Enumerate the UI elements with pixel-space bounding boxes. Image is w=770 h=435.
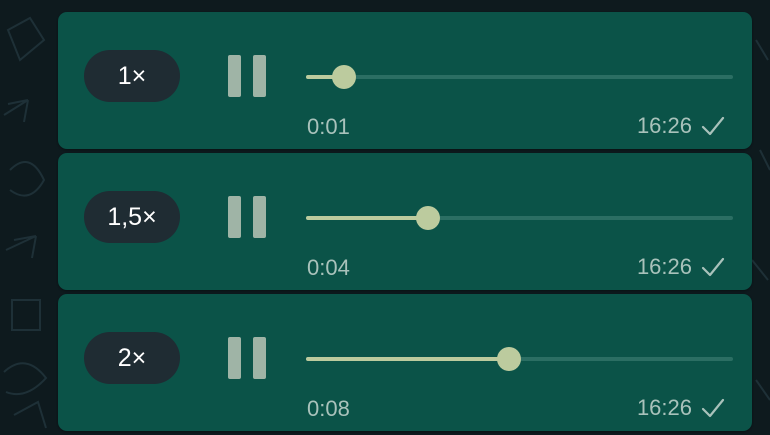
voice-message-bubble: 1,5× 0:04 16:26 (58, 153, 752, 290)
pause-icon[interactable] (228, 335, 272, 381)
elapsed-time: 0:01 (307, 114, 350, 139)
voice-message-list: 1× 0:01 16:26 1,5× 0:04 16:26 2× 0:08 16… (58, 12, 752, 431)
playback-speed-button[interactable]: 1× (84, 50, 180, 102)
voice-message-bubble: 2× 0:08 16:26 (58, 294, 752, 431)
timestamp: 16:26 (636, 113, 692, 138)
timestamp: 16:26 (636, 395, 692, 420)
slider-thumb[interactable] (496, 347, 521, 371)
audio-progress-slider[interactable] (306, 206, 733, 230)
single-check-icon (701, 257, 725, 277)
audio-progress-slider[interactable] (306, 65, 733, 89)
message-meta: 16:26 (637, 395, 726, 421)
message-meta: 16:26 (637, 113, 726, 139)
pause-icon[interactable] (228, 194, 272, 240)
message-meta: 16:26 (637, 254, 726, 280)
playback-speed-button[interactable]: 2× (84, 332, 180, 384)
slider-thumb[interactable] (332, 65, 357, 89)
voice-message-bubble: 1× 0:01 16:26 (58, 12, 752, 149)
pause-icon[interactable] (228, 53, 272, 99)
timestamp: 16:26 (636, 254, 692, 279)
elapsed-time: 0:08 (307, 396, 350, 421)
single-check-icon (701, 116, 725, 136)
playback-speed-button[interactable]: 1,5× (84, 191, 180, 243)
elapsed-time: 0:04 (307, 255, 350, 280)
slider-thumb[interactable] (415, 206, 440, 230)
single-check-icon (701, 398, 725, 418)
audio-progress-slider[interactable] (306, 347, 733, 371)
